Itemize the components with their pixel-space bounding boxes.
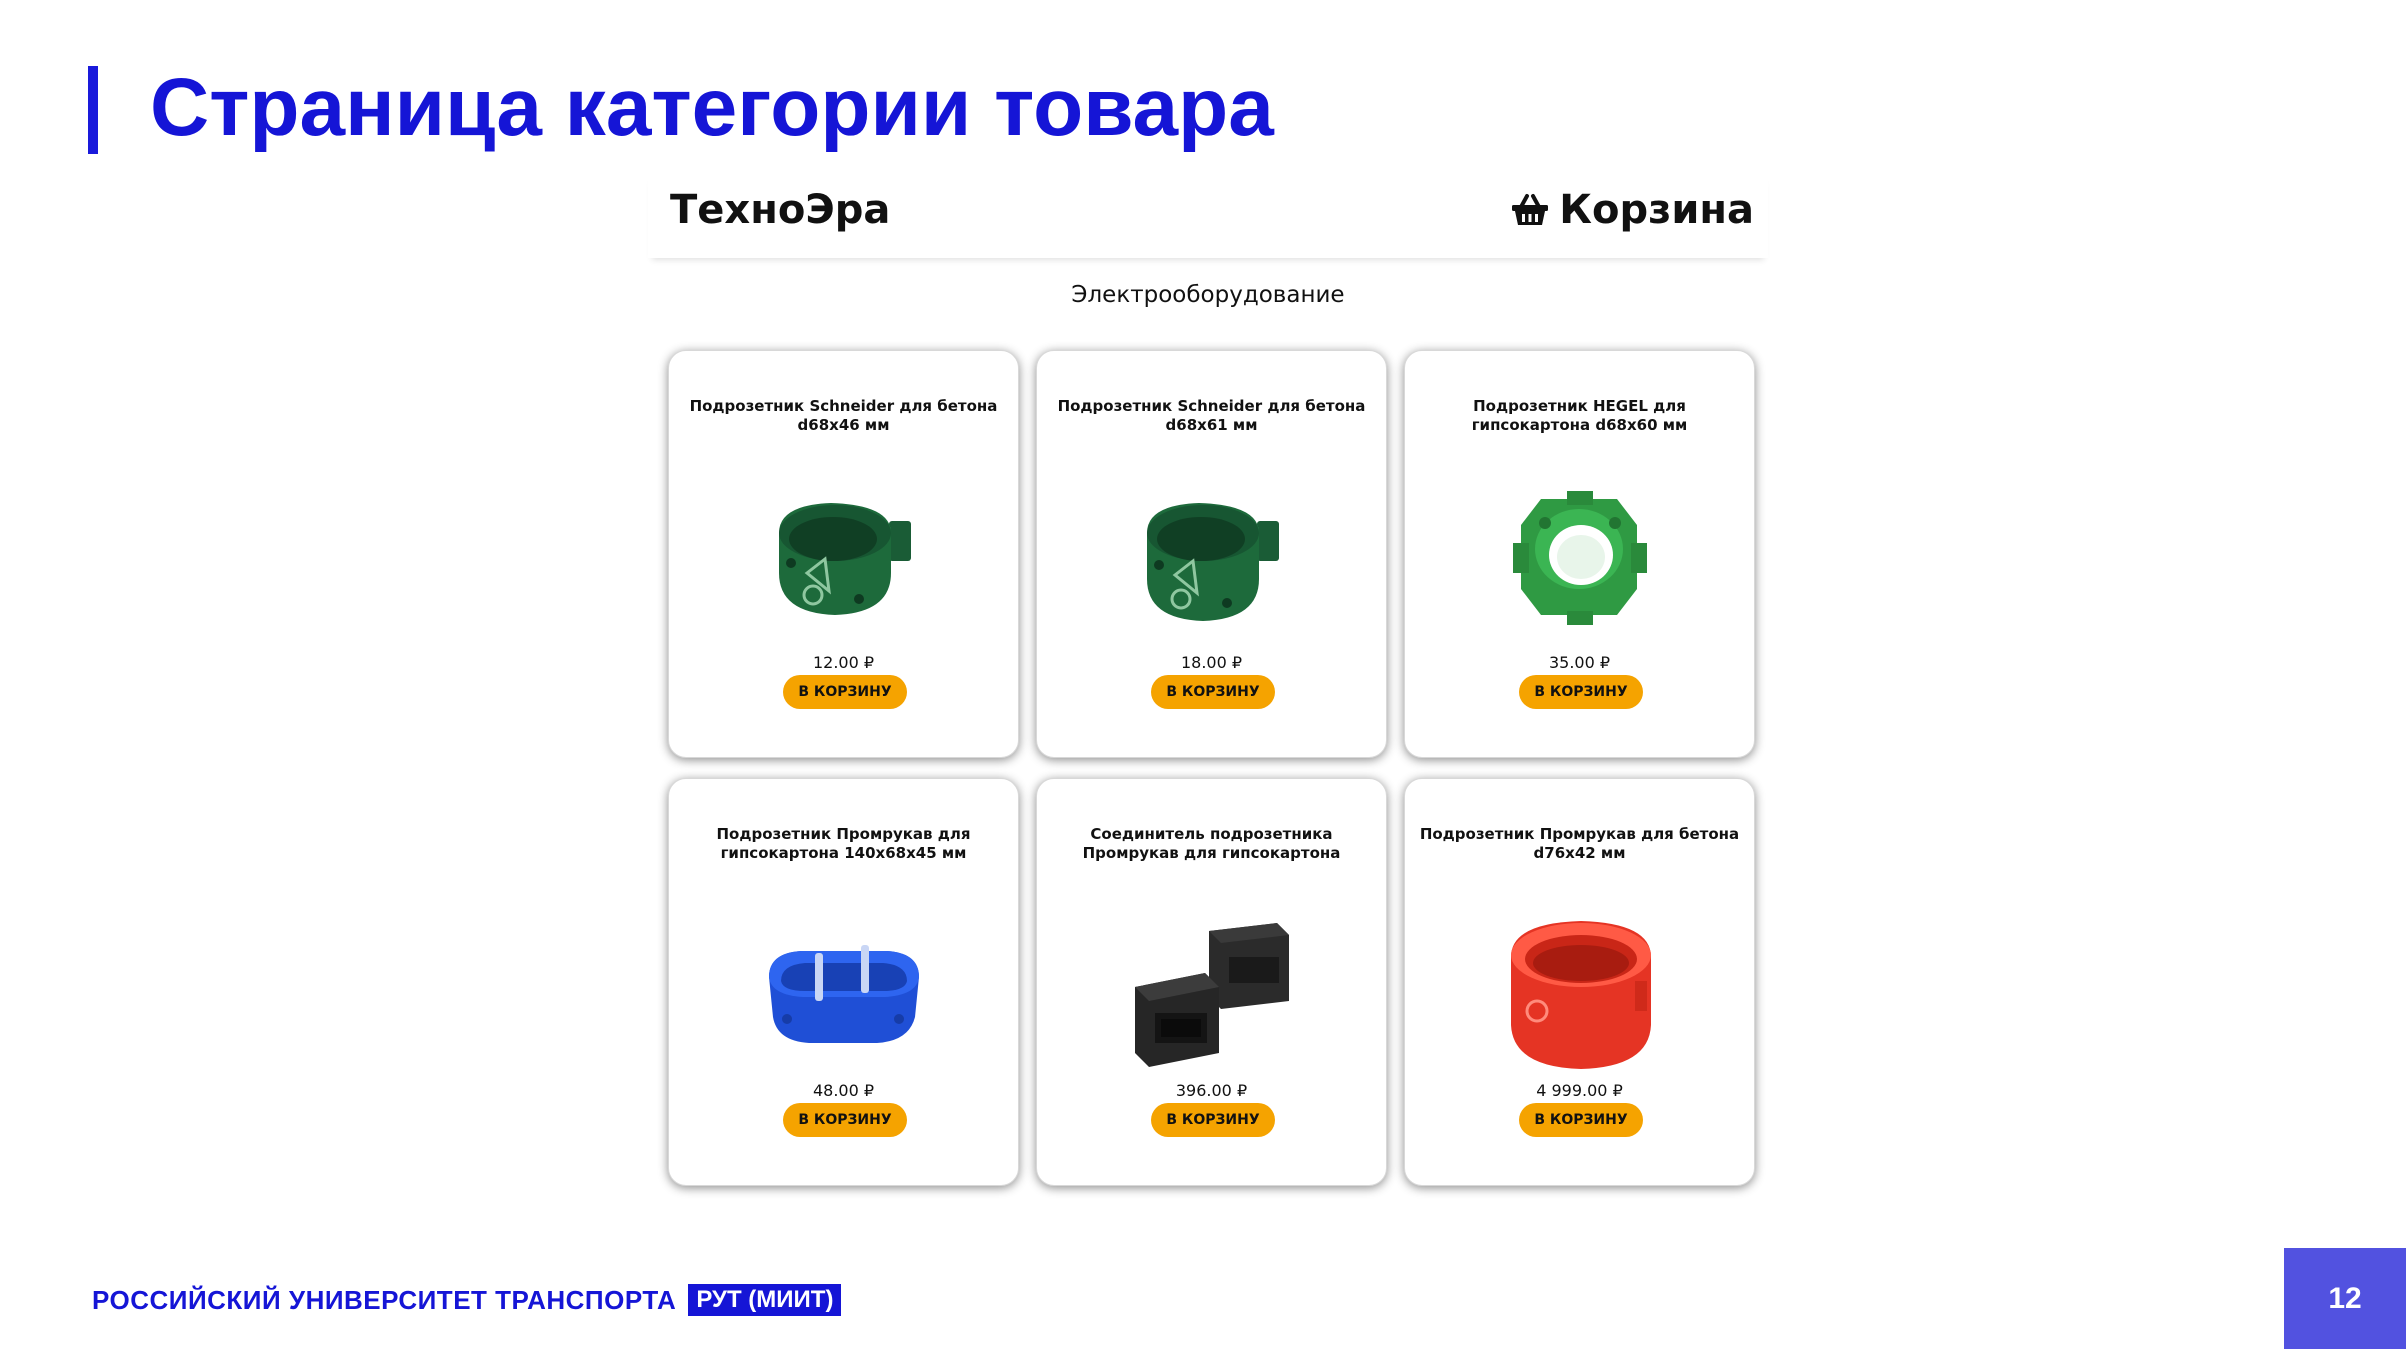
- product-image-dark-green-box[interactable]: [1117, 463, 1307, 653]
- product-card[interactable]: Подрозетник Промрукав для бетона d76x42 …: [1404, 778, 1755, 1186]
- product-card[interactable]: Подрозетник Schneider для бетона d68x46 …: [668, 350, 1019, 758]
- product-image-dark-green-box[interactable]: [749, 463, 939, 653]
- university-footer: РОССИЙСКИЙ УНИВЕРСИТЕТ ТРАНСПОРТА РУТ (М…: [92, 1284, 842, 1316]
- title-accent-bar: [88, 66, 98, 154]
- product-image-blue-double-box[interactable]: [749, 891, 939, 1081]
- add-to-cart-button[interactable]: В КОРЗИНУ: [783, 1103, 907, 1137]
- product-image-black-connectors[interactable]: [1117, 891, 1307, 1081]
- product-price: 396.00 ₽: [1175, 1081, 1248, 1100]
- add-to-cart-button[interactable]: В КОРЗИНУ: [1151, 1103, 1275, 1137]
- university-name: РОССИЙСКИЙ УНИВЕРСИТЕТ ТРАНСПОРТА: [92, 1284, 677, 1315]
- product-title[interactable]: Подрозетник Schneider для бетона d68x46 …: [683, 397, 1004, 435]
- add-to-cart-button[interactable]: В КОРЗИНУ: [1519, 675, 1643, 709]
- product-price: 12.00 ₽: [812, 653, 875, 672]
- slide-title: Страница категории товара: [150, 62, 1274, 153]
- product-price: 4 999.00 ₽: [1536, 1081, 1623, 1100]
- category-title: Электрооборудование: [1071, 282, 1345, 308]
- add-to-cart-button[interactable]: В КОРЗИНУ: [1519, 1103, 1643, 1137]
- product-card[interactable]: Подрозетник Schneider для бетона d68x61 …: [1036, 350, 1387, 758]
- product-title[interactable]: Подрозетник Промрукав для гипсокартона 1…: [683, 825, 1004, 863]
- basket-icon: [1512, 194, 1549, 225]
- product-image-red-box[interactable]: [1485, 891, 1675, 1081]
- product-card[interactable]: Подрозетник Промрукав для гипсокартона 1…: [668, 778, 1019, 1186]
- product-title[interactable]: Соединитель подрозетника Промрукав для г…: [1051, 825, 1372, 863]
- product-title[interactable]: Подрозетник HEGEL для гипсокартона d68x6…: [1419, 397, 1740, 435]
- add-to-cart-button[interactable]: В КОРЗИНУ: [783, 675, 907, 709]
- product-price: 18.00 ₽: [1180, 653, 1243, 672]
- product-price: 35.00 ₽: [1548, 653, 1611, 672]
- product-title[interactable]: Подрозетник Schneider для бетона d68x61 …: [1051, 397, 1372, 435]
- product-card[interactable]: Подрозетник HEGEL для гипсокартона d68x6…: [1404, 350, 1755, 758]
- shop-screenshot: ТехноЭра Корзина Электрооборудование Под…: [648, 172, 1768, 1202]
- product-image-green-box[interactable]: [1485, 463, 1675, 653]
- cart-link[interactable]: Корзина: [1511, 180, 1754, 240]
- product-card[interactable]: Соединитель подрозетника Промрукав для г…: [1036, 778, 1387, 1186]
- page-number: 12: [2284, 1248, 2406, 1349]
- shop-brand[interactable]: ТехноЭра: [670, 180, 890, 240]
- university-badge: РУТ (МИИТ): [688, 1284, 842, 1316]
- product-price: 48.00 ₽: [812, 1081, 875, 1100]
- product-grid: Подрозетник Schneider для бетона d68x46 …: [668, 350, 1755, 1186]
- add-to-cart-button[interactable]: В КОРЗИНУ: [1151, 675, 1275, 709]
- product-title[interactable]: Подрозетник Промрукав для бетона d76x42 …: [1419, 825, 1740, 863]
- cart-label: Корзина: [1559, 187, 1754, 233]
- shop-header: ТехноЭра Корзина: [648, 172, 1768, 258]
